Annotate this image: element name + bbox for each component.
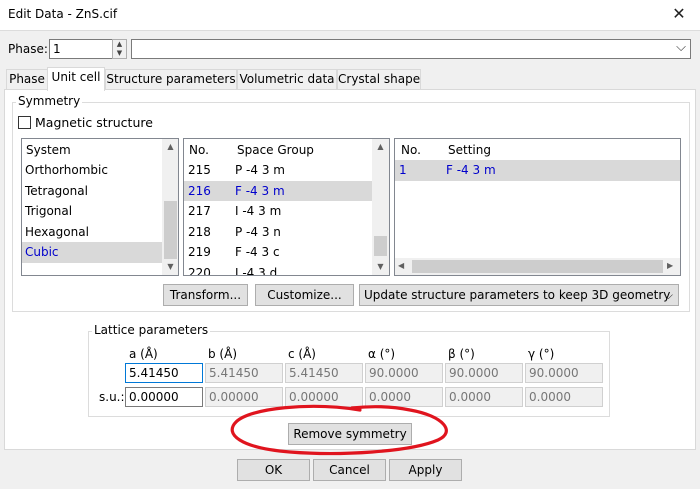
sg-number: 220 bbox=[188, 265, 211, 276]
sg-name-header: Space Group bbox=[237, 143, 314, 157]
symmetry-legend: Symmetry bbox=[16, 94, 83, 108]
annotation-ellipse bbox=[230, 404, 448, 456]
sg-number: 219 bbox=[188, 245, 211, 259]
list-item[interactable]: Orthorhombic bbox=[22, 160, 162, 181]
lattice-c-input: 5.41450 bbox=[285, 363, 363, 383]
phase-spinner[interactable]: ▲ ▼ bbox=[112, 39, 127, 59]
chevron-down-icon: ⌵ bbox=[676, 40, 686, 55]
sg-number: 217 bbox=[188, 204, 211, 218]
sg-name: P -4 3 n bbox=[235, 224, 281, 239]
cancel-button[interactable]: Cancel bbox=[313, 459, 386, 481]
sg-name: I -4 3 d bbox=[235, 265, 278, 276]
lattice-header-c: c (Å) bbox=[288, 347, 316, 361]
scroll-down-icon[interactable]: ▼ bbox=[372, 262, 389, 271]
system-scrollbar[interactable]: ▲ ▼ bbox=[162, 139, 178, 275]
lattice-header-beta: β (°) bbox=[448, 347, 475, 361]
tab-unit-cell[interactable]: Unit cell bbox=[47, 67, 105, 91]
customize-button[interactable]: Customize... bbox=[255, 284, 354, 306]
su-a-input[interactable]: 0.00000 bbox=[125, 387, 203, 407]
scroll-up-icon[interactable]: ▲ bbox=[162, 142, 178, 151]
scroll-up-icon[interactable]: ▲ bbox=[372, 142, 389, 151]
tab-crystal-shape[interactable]: Crystal shape bbox=[337, 69, 421, 89]
lattice-gamma-input: 90.0000 bbox=[525, 363, 603, 383]
lattice-legend: Lattice parameters bbox=[92, 323, 211, 337]
scroll-thumb[interactable] bbox=[412, 260, 663, 273]
scroll-thumb[interactable] bbox=[164, 201, 177, 259]
scroll-thumb[interactable] bbox=[374, 236, 387, 256]
setting-name: F -4 3 m bbox=[446, 163, 496, 177]
update-option-value: Update structure parameters to keep 3D g… bbox=[364, 288, 671, 302]
apply-label: Apply bbox=[408, 463, 443, 477]
sg-name: P -4 3 m bbox=[235, 163, 285, 177]
tab-structure-parameters[interactable]: Structure parameters bbox=[105, 69, 237, 89]
title-bar: Edit Data - ZnS.cif ✕ bbox=[0, 0, 700, 30]
chevron-down-icon: ⌵ bbox=[663, 288, 673, 302]
phase-name-combo[interactable]: ⌵ bbox=[131, 39, 691, 59]
lattice-b-input: 5.41450 bbox=[205, 363, 283, 383]
sg-number: 218 bbox=[188, 224, 211, 239]
setting-header: Setting bbox=[448, 143, 491, 157]
sg-name: F -4 3 m bbox=[235, 183, 285, 198]
sg-no-header: No. bbox=[189, 143, 209, 157]
update-option-select[interactable]: Update structure parameters to keep 3D g… bbox=[359, 284, 679, 306]
setting-number: 1 bbox=[399, 163, 407, 177]
table-row[interactable]: 218 P -4 3 n bbox=[184, 222, 372, 243]
table-row[interactable]: 219 F -4 3 c bbox=[184, 242, 372, 263]
list-item[interactable]: Trigonal bbox=[22, 201, 162, 222]
spin-down-icon[interactable]: ▼ bbox=[113, 49, 126, 58]
sg-number: 216 bbox=[188, 183, 211, 198]
phase-label: Phase: bbox=[8, 42, 48, 56]
lattice-beta-input: 90.0000 bbox=[445, 363, 523, 383]
spin-up-icon[interactable]: ▲ bbox=[113, 40, 126, 49]
lattice-header-a: a (Å) bbox=[129, 347, 158, 361]
cancel-label: Cancel bbox=[329, 463, 370, 477]
table-row-selected[interactable]: 216 F -4 3 m bbox=[184, 180, 372, 201]
scroll-left-icon[interactable]: ◀ bbox=[398, 261, 404, 270]
ok-button[interactable]: OK bbox=[237, 459, 310, 481]
space-group-scrollbar[interactable]: ▲ ▼ bbox=[372, 139, 389, 275]
sg-name: F -4 3 c bbox=[235, 245, 280, 259]
table-row[interactable]: 220 I -4 3 d bbox=[184, 263, 372, 276]
su-gamma-input: 0.0000 bbox=[525, 387, 603, 407]
space-group-list[interactable]: No. Space Group 215 P -4 3 m 216 F -4 3 … bbox=[183, 138, 390, 276]
window-title: Edit Data - ZnS.cif bbox=[8, 7, 118, 21]
lattice-header-alpha: α (°) bbox=[368, 347, 396, 361]
tab-volumetric-data[interactable]: Volumetric data bbox=[237, 69, 337, 89]
lattice-header-gamma: γ (°) bbox=[528, 347, 555, 361]
close-icon[interactable]: ✕ bbox=[660, 1, 698, 29]
setting-no-header: No. bbox=[401, 143, 421, 157]
list-item[interactable]: Tetragonal bbox=[22, 181, 162, 202]
table-row[interactable]: 217 I -4 3 m bbox=[184, 201, 372, 222]
ok-label: OK bbox=[264, 463, 283, 477]
system-list[interactable]: System Orthorhombic Tetragonal Trigonal … bbox=[21, 138, 179, 276]
sg-number: 215 bbox=[188, 163, 211, 177]
table-row[interactable]: 215 P -4 3 m bbox=[184, 160, 372, 181]
list-item-selected[interactable]: Cubic bbox=[22, 242, 162, 263]
magnetic-structure-checkbox[interactable] bbox=[18, 116, 31, 129]
apply-button[interactable]: Apply bbox=[389, 459, 462, 481]
tab-phase[interactable]: Phase bbox=[6, 69, 48, 89]
transform-button[interactable]: Transform... bbox=[163, 284, 248, 306]
sg-name: I -4 3 m bbox=[235, 204, 282, 218]
list-item[interactable]: Hexagonal bbox=[22, 222, 162, 243]
lattice-a-input[interactable]: 5.41450 bbox=[125, 363, 203, 383]
setting-hscrollbar[interactable]: ◀ ▶ bbox=[395, 258, 680, 275]
table-row-selected[interactable]: 1 F -4 3 m bbox=[395, 160, 680, 181]
phase-number-input[interactable]: 1 bbox=[49, 39, 113, 59]
su-label: s.u.: bbox=[99, 390, 125, 404]
scroll-right-icon[interactable]: ▶ bbox=[667, 261, 673, 270]
system-header: System bbox=[26, 143, 71, 157]
lattice-alpha-input: 90.0000 bbox=[365, 363, 443, 383]
lattice-header-b: b (Å) bbox=[208, 347, 238, 361]
magnetic-structure-label: Magnetic structure bbox=[35, 115, 153, 130]
scroll-down-icon[interactable]: ▼ bbox=[162, 262, 178, 271]
setting-list[interactable]: No. Setting 1 F -4 3 m ◀ ▶ bbox=[394, 138, 681, 276]
